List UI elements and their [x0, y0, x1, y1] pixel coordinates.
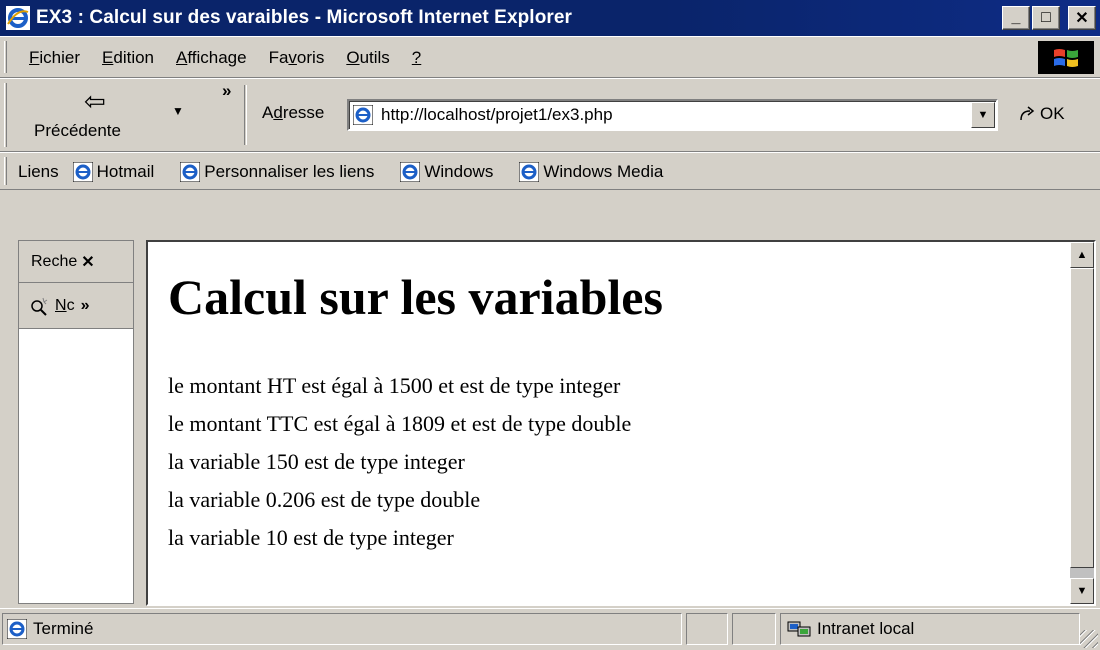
scroll-down-button[interactable]: ▼ [1070, 578, 1094, 604]
more-chevron[interactable]: » [81, 297, 90, 315]
ie-page-icon [72, 162, 93, 182]
close-button[interactable]: ✕ [1068, 6, 1096, 30]
go-label: OK [1040, 104, 1065, 123]
address-label-text: A [262, 103, 274, 122]
more-buttons-chevron[interactable]: » [222, 81, 231, 101]
menu-label: ffichage [187, 48, 247, 67]
link-hotmail[interactable]: Hotmail [72, 162, 155, 182]
result-line: la variable 0.206 est de type double [168, 487, 481, 512]
menu-accel: O [346, 48, 360, 67]
result-line: la variable 10 est de type integer [168, 525, 454, 550]
link-personnaliser[interactable]: Personnaliser les liens [180, 162, 374, 182]
status-text: Terminé [33, 619, 94, 638]
page-heading: Calcul sur les variables [168, 269, 663, 325]
maximize-button[interactable]: □ [1032, 6, 1060, 30]
menu-help[interactable]: ? [401, 48, 432, 68]
scroll-up-button[interactable]: ▲ [1070, 242, 1094, 268]
status-main: Terminé [2, 613, 682, 645]
ie-logo-icon [6, 6, 30, 30]
menu-affichage[interactable]: Affichage [165, 48, 258, 68]
zone-text: Intranet local [817, 619, 915, 638]
close-icon[interactable]: ✕ [81, 252, 94, 272]
new-search-label: c [66, 296, 75, 314]
link-label: Windows Media [543, 162, 664, 181]
menu-fichier[interactable]: Fichier [18, 48, 91, 68]
menu-label: dition [113, 48, 154, 67]
link-label: Windows [424, 162, 494, 181]
result-lines: le montant HT est égal à 1500 et est de … [168, 367, 1048, 557]
menu-label: ichier [39, 48, 81, 67]
menu-favoris[interactable]: Favoris [258, 48, 336, 68]
resize-grip[interactable] [1080, 630, 1098, 648]
ie-page-icon [519, 162, 540, 182]
status-cell [686, 613, 728, 645]
address-dropdown-button[interactable]: ▼ [971, 102, 995, 128]
ie-page-icon [180, 162, 201, 182]
links-bar: Liens Hotmail Personnaliser les liens Wi… [0, 152, 1100, 190]
new-search-icon[interactable] [29, 296, 49, 316]
address-label-accel: d [273, 103, 283, 122]
new-search-button[interactable]: Nc [55, 297, 75, 315]
menu-label: oris [296, 48, 325, 67]
menu-outils[interactable]: Outils [335, 48, 400, 68]
menu-accel: A [176, 48, 188, 67]
address-field[interactable]: http://localhost/projet1/ex3.php ▼ [347, 99, 998, 131]
standard-toolbar: ⇦ Précédente ▼ » Adresse http://localhos… [0, 78, 1100, 152]
go-arrow-icon [1020, 106, 1035, 121]
intranet-zone-icon [787, 621, 811, 637]
page-viewport[interactable]: Calcul sur les variables le montant HT e… [146, 240, 1096, 606]
ie-page-icon [7, 619, 27, 639]
search-pane-header: Reche ✕ [19, 241, 133, 283]
result-line: le montant TTC est égal à 1809 et est de… [168, 411, 632, 436]
address-url: http://localhost/projet1/ex3.php [381, 105, 613, 124]
windows-logo-icon [1038, 41, 1094, 74]
link-windows[interactable]: Windows [400, 162, 493, 182]
result-line: le montant HT est égal à 1500 et est de … [168, 373, 621, 398]
window-title: EX3 : Calcul sur des varaibles - Microso… [36, 7, 573, 28]
menu-edition[interactable]: Edition [91, 48, 165, 68]
menu-accel: ? [411, 48, 422, 67]
minimize-button[interactable]: _ [1002, 6, 1030, 30]
back-button[interactable]: ⇦ Précédente ▼ [14, 84, 184, 146]
search-pane: Reche ✕ Nc » [18, 240, 134, 604]
toolbar-grip[interactable] [4, 41, 7, 73]
ie-page-icon [353, 105, 373, 125]
status-cell [732, 613, 776, 645]
toolbar-grip[interactable] [4, 83, 7, 147]
menu-accel: E [102, 48, 114, 67]
vertical-scrollbar[interactable]: ▲ ▼ [1070, 242, 1094, 604]
new-search-accel: N [55, 296, 67, 314]
page-content: Calcul sur les variables le montant HT e… [168, 270, 1048, 557]
search-pane-toolbar: Nc » [19, 283, 133, 329]
status-bar: Terminé Intranet local [0, 608, 1100, 650]
back-label: Précédente [34, 121, 121, 140]
menu-bar: Fichier Edition Affichage Favoris Outils… [0, 36, 1100, 78]
title-bar[interactable]: EX3 : Calcul sur des varaibles - Microso… [0, 0, 1100, 36]
menu-accel: v [288, 48, 297, 67]
back-dropdown-icon[interactable]: ▼ [172, 104, 184, 118]
link-label: Hotmail [96, 162, 155, 181]
address-label: Adresse [262, 103, 324, 123]
search-pane-title: Reche [31, 252, 78, 270]
security-zone[interactable]: Intranet local [780, 613, 1080, 645]
toolbar-separator [244, 85, 247, 145]
link-label: Personnaliser les liens [204, 162, 375, 181]
address-label-text: resse [282, 103, 325, 122]
menu-label: utils [359, 48, 390, 67]
ie-page-icon [400, 162, 421, 182]
link-windows-media[interactable]: Windows Media [519, 162, 663, 182]
links-label[interactable]: Liens [18, 162, 59, 182]
scroll-thumb[interactable] [1070, 268, 1094, 568]
menu-label: Fa [268, 48, 289, 67]
result-line: la variable 150 est de type integer [168, 449, 465, 474]
menu-accel: F [29, 48, 40, 67]
go-button[interactable]: OK [1018, 104, 1065, 124]
back-arrow-icon: ⇦ [84, 86, 106, 116]
toolbar-grip[interactable] [4, 157, 7, 185]
